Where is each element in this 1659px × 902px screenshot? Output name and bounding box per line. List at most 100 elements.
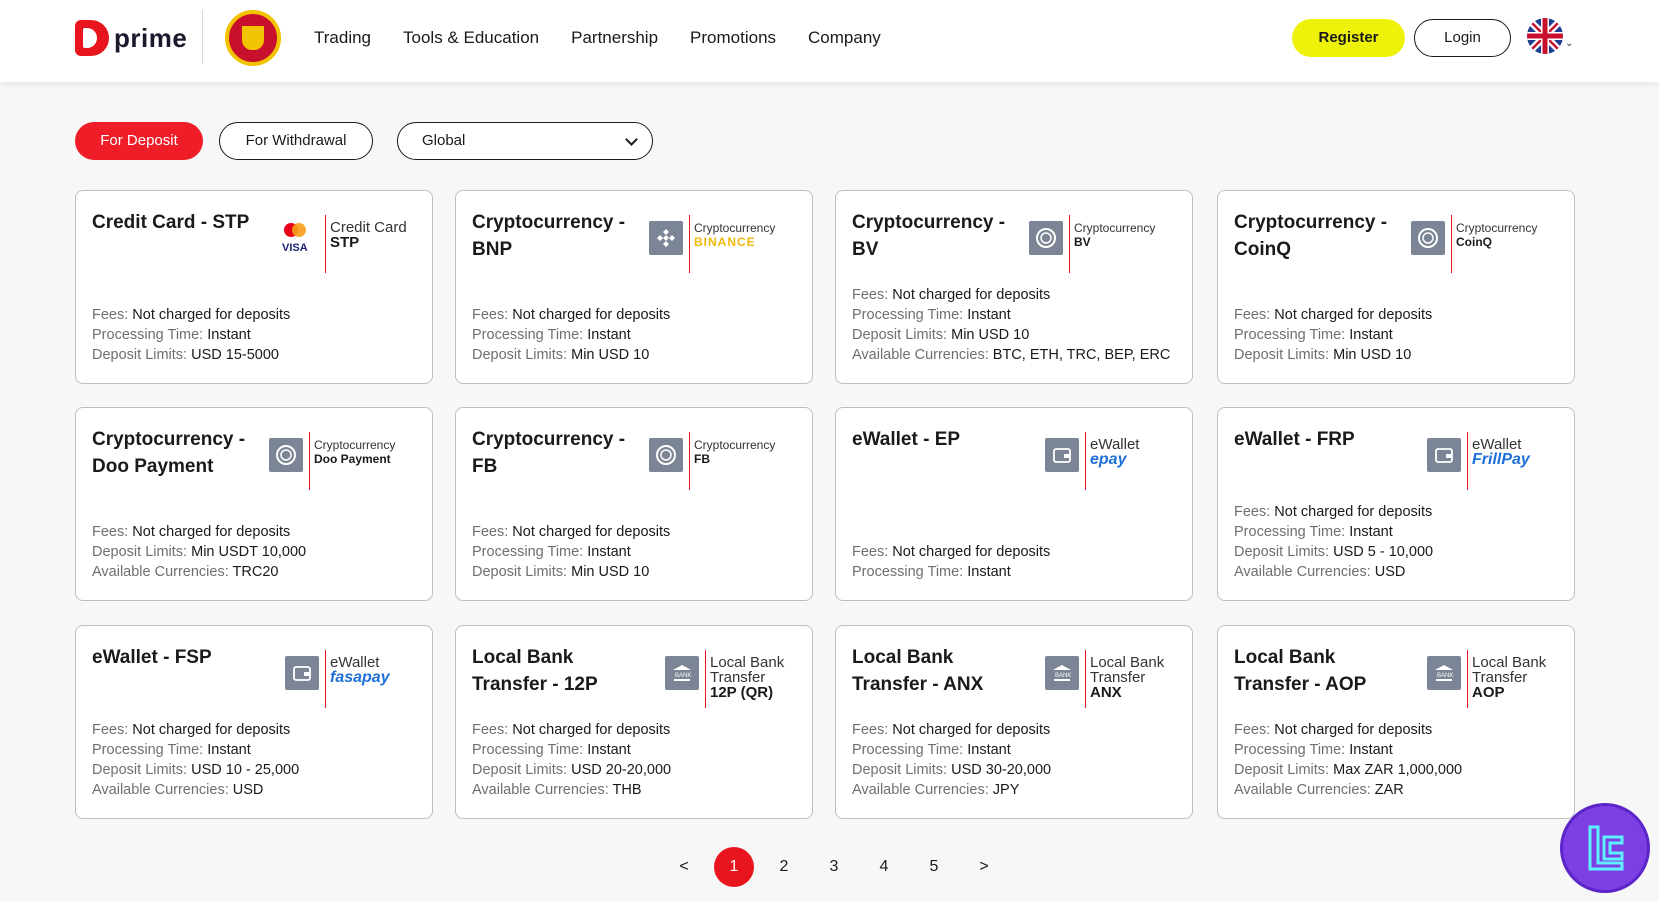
pagination-next[interactable]: > <box>964 847 1004 887</box>
detail-row: Processing Time: Instant <box>92 740 299 760</box>
brand-logo-icon <box>75 20 109 56</box>
detail-value: Instant <box>1349 327 1393 343</box>
logo-caption: Cryptocurrency FB <box>694 432 790 466</box>
detail-row: Available Currencies: TRC20 <box>92 562 306 582</box>
nav-tools-education[interactable]: Tools & Education <box>403 28 539 48</box>
detail-row: Deposit Limits: USD 20-20,000 <box>472 760 671 780</box>
detail-row: Processing Time: Instant <box>852 562 1050 582</box>
logo-caption: Credit Card STP <box>330 215 410 250</box>
payment-method-card[interactable]: Cryptocurrency - BV Cryptocurrency BV Fees:… <box>835 190 1193 384</box>
pagination-prev[interactable]: < <box>664 847 704 887</box>
detail-label: Processing Time: <box>472 327 584 343</box>
tab-for-withdrawal[interactable]: For Withdrawal <box>219 122 373 160</box>
payment-method-card[interactable]: Local Bank Transfer - AOP BANK Local Bank … <box>1217 625 1575 819</box>
brand-name: prime <box>114 22 188 53</box>
payment-method-card[interactable]: eWallet - FSP eWallet fasapay Fees: Not cha… <box>75 625 433 819</box>
logo-caption-sub: fasapay <box>330 669 390 686</box>
pagination-page-3[interactable]: 3 <box>814 847 854 887</box>
detail-label: Fees: <box>852 544 889 560</box>
chat-widget-icon[interactable] <box>1560 803 1650 893</box>
logo-caption-sub: STP <box>330 234 360 251</box>
detail-label: Deposit Limits: <box>92 762 188 778</box>
language-caret-icon[interactable]: ⌄ <box>1565 38 1573 49</box>
payment-provider-logo: Cryptocurrency BINANCE <box>648 215 791 273</box>
card-details: Fees: Not charged for deposits Processing… <box>1234 502 1433 582</box>
card-title: Local Bank Transfer - ANX <box>852 647 984 695</box>
nav-partnership[interactable]: Partnership <box>571 28 658 48</box>
detail-value: USD <box>232 782 264 798</box>
detail-row: Deposit Limits: Min USD 10 <box>852 325 1170 345</box>
detail-label: Processing Time: <box>852 564 964 580</box>
header-divider <box>202 10 203 64</box>
detail-value: Not charged for deposits <box>132 307 291 323</box>
pagination-page-2[interactable]: 2 <box>764 847 804 887</box>
payment-method-card[interactable]: Cryptocurrency - CoinQ Cryptocurrency Coin… <box>1217 190 1575 384</box>
register-button[interactable]: Register <box>1292 19 1405 57</box>
svg-text:VISA: VISA <box>282 242 308 254</box>
detail-row: Processing Time: Instant <box>1234 325 1432 345</box>
detail-label: Deposit Limits: <box>852 327 948 343</box>
logo-caption: Local Bank Transfer 12P (QR) <box>710 650 790 700</box>
payment-method-card[interactable]: Credit Card - STP VISA Credit Card STP Fees:… <box>75 190 433 384</box>
logo-caption-main: Cryptocurrency <box>1456 221 1538 235</box>
brand-logo[interactable]: prime <box>75 20 187 56</box>
logo-caption-sub: ANX <box>1090 684 1122 701</box>
logo-caption-main: Local Bank Transfer <box>710 654 785 686</box>
card-details: Fees: Not charged for deposits Deposit Li… <box>92 522 306 582</box>
payment-method-card[interactable]: Local Bank Transfer - ANX BANK Local Bank … <box>835 625 1193 819</box>
detail-label: Deposit Limits: <box>1234 347 1330 363</box>
detail-value: Instant <box>1349 742 1393 758</box>
detail-label: Fees: <box>92 307 129 323</box>
detail-row: Available Currencies: BTC, ETH, TRC, BEP… <box>852 345 1170 365</box>
login-button[interactable]: Login <box>1414 19 1511 57</box>
uk-flag-icon[interactable] <box>1527 18 1563 54</box>
detail-value: Min USDT 10,000 <box>191 544 307 560</box>
card-title: Cryptocurrency - Doo Payment <box>92 429 246 477</box>
bank-icon: BANK <box>1426 656 1461 690</box>
logo-caption-main: eWallet <box>1090 436 1140 453</box>
card-title: eWallet - FSP <box>92 647 212 668</box>
detail-value: Not charged for deposits <box>132 722 291 738</box>
nav-promotions[interactable]: Promotions <box>690 28 776 48</box>
payment-method-card[interactable]: eWallet - FRP eWallet FrillPay Fees: Not ch… <box>1217 407 1575 601</box>
detail-value: Min USD 10 <box>571 564 650 580</box>
detail-row: Processing Time: Instant <box>472 542 670 562</box>
pagination-page-1[interactable]: 1 <box>714 847 754 887</box>
logo-caption-sub: AOP <box>1472 684 1505 701</box>
wallet-icon <box>284 656 319 690</box>
detail-label: Processing Time: <box>92 742 204 758</box>
detail-value: Not charged for deposits <box>132 524 291 540</box>
logo-caption: Cryptocurrency Doo Payment <box>314 432 410 466</box>
nav-company[interactable]: Company <box>808 28 881 48</box>
region-select[interactable]: Global <box>397 122 653 160</box>
detail-row: Deposit Limits: Min USDT 10,000 <box>92 542 306 562</box>
payment-method-card[interactable]: Cryptocurrency - Doo Payment Cryptocurren… <box>75 407 433 601</box>
card-details: Fees: Not charged for deposits Processing… <box>1234 305 1432 365</box>
card-title: Local Bank Transfer - 12P <box>472 647 598 695</box>
logo-caption-main: Local Bank Transfer <box>1090 654 1165 686</box>
payment-provider-logo: Cryptocurrency Doo Payment <box>268 432 411 490</box>
credit-card-brands-icon: VISA <box>279 221 319 255</box>
payment-method-card[interactable]: Local Bank Transfer - 12P BANK Local Bank … <box>455 625 813 819</box>
pagination-page-5[interactable]: 5 <box>914 847 954 887</box>
detail-label: Available Currencies: <box>1234 564 1371 580</box>
payment-provider-logo: Cryptocurrency CoinQ <box>1410 215 1553 273</box>
tab-for-deposit[interactable]: For Deposit <box>75 122 203 160</box>
pagination-page-4[interactable]: 4 <box>864 847 904 887</box>
logo-caption: Cryptocurrency BINANCE <box>694 215 790 249</box>
bank-icon: BANK <box>1044 656 1079 690</box>
payment-method-card[interactable]: eWallet - EP eWallet epay Fees: Not charged… <box>835 407 1193 601</box>
detail-row: Deposit Limits: Min USD 10 <box>472 562 670 582</box>
detail-value: Not charged for deposits <box>892 287 1051 303</box>
detail-row: Available Currencies: USD <box>92 780 299 800</box>
detail-row: Deposit Limits: Min USD 10 <box>472 345 670 365</box>
svg-text:BANK: BANK <box>675 673 691 679</box>
detail-value: Not charged for deposits <box>512 307 671 323</box>
logo-caption: Local Bank Transfer AOP <box>1472 650 1552 700</box>
nav-trading[interactable]: Trading <box>314 28 371 48</box>
detail-value: Not charged for deposits <box>892 722 1051 738</box>
logo-caption: Cryptocurrency CoinQ <box>1456 215 1552 249</box>
payment-method-card[interactable]: Cryptocurrency - BNP Cryptocurrency BINANC… <box>455 190 813 384</box>
payment-method-card[interactable]: Cryptocurrency - FB Cryptocurrency FB Fees:… <box>455 407 813 601</box>
payment-provider-logo: eWallet epay <box>1044 432 1171 490</box>
